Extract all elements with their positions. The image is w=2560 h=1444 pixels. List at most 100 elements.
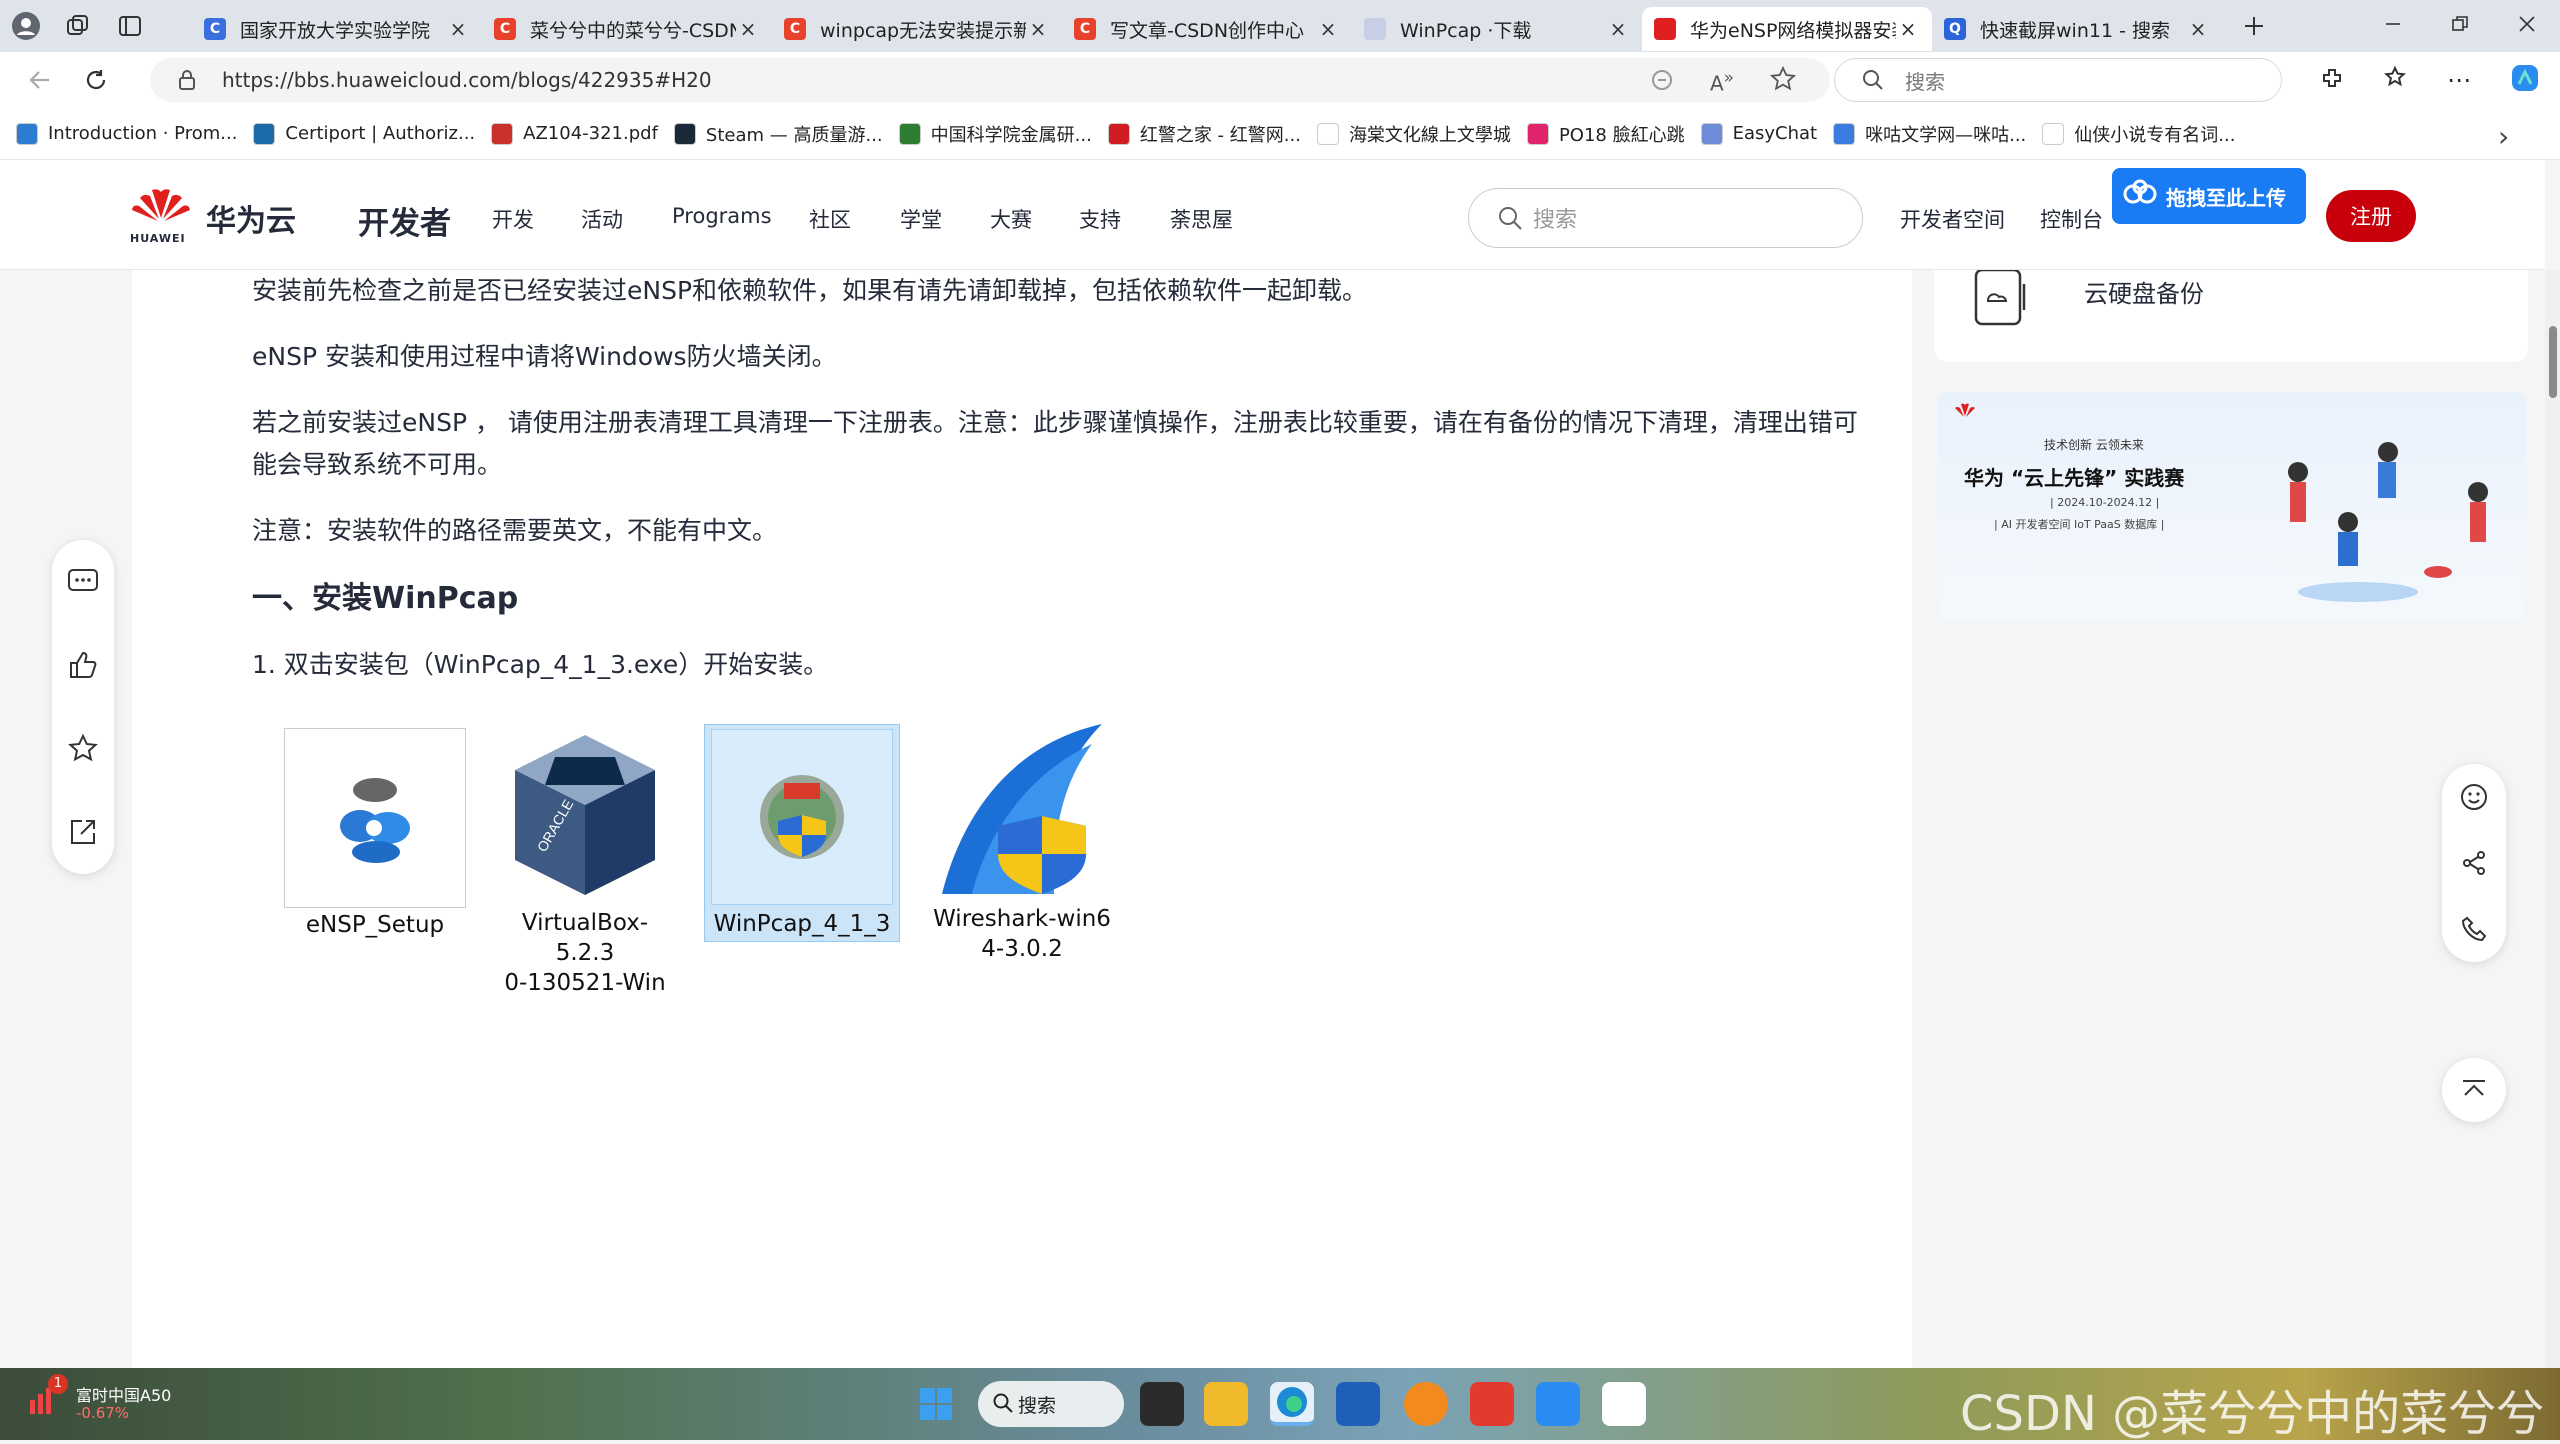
stock-change: -0.67% bbox=[76, 1404, 130, 1422]
taskbar-search-icon bbox=[992, 1392, 1014, 1419]
tab-close-icon[interactable]: × bbox=[1316, 17, 1340, 41]
site-nav-item[interactable]: 支持 bbox=[1079, 204, 1121, 234]
start-icon[interactable] bbox=[914, 1382, 958, 1426]
file-explorer-icon[interactable] bbox=[1204, 1382, 1248, 1426]
scroll-thumb[interactable] bbox=[2549, 326, 2557, 398]
tab-close-icon[interactable]: × bbox=[1026, 17, 1050, 41]
back-icon[interactable] bbox=[12, 52, 68, 108]
bookmark-item[interactable]: Certiport | Authoriz... bbox=[253, 121, 475, 147]
csdn-watermark: CSDN @菜兮兮中的菜兮兮 bbox=[1960, 1386, 2545, 1442]
stock-badge: 1 bbox=[48, 1374, 68, 1394]
browser-tab[interactable]: C winpcap无法安装提示新 × bbox=[772, 7, 1062, 51]
site-nav-item[interactable]: 大赛 bbox=[990, 204, 1032, 234]
tab-close-icon[interactable]: × bbox=[1896, 17, 1920, 41]
file-ensp-setup[interactable]: eNSP_Setup bbox=[284, 728, 466, 940]
file-wireshark[interactable]: Wireshark-win6 4-3.0.2 bbox=[922, 724, 1122, 964]
read-aloud-icon[interactable]: A» bbox=[1710, 68, 1734, 96]
new-tab-icon[interactable] bbox=[2228, 0, 2280, 52]
more-menu-icon[interactable]: ⋯ bbox=[2447, 66, 2471, 94]
promo-banner[interactable]: 技术创新 云领未来 华为 “云上先锋” 实践赛 | 2024.10-2024.1… bbox=[1938, 392, 2526, 618]
favorites-icon[interactable] bbox=[2383, 65, 2409, 95]
tab-close-icon[interactable]: × bbox=[1606, 17, 1630, 41]
workspaces-icon[interactable] bbox=[52, 0, 104, 52]
bookmark-item[interactable]: 仙侠小说专有名词... bbox=[2042, 121, 2235, 147]
banner-huawei-logo bbox=[1952, 402, 1978, 426]
bookmark-item[interactable]: 咪咕文学网—咪咕... bbox=[1833, 121, 2026, 147]
copilot-icon[interactable] bbox=[2509, 62, 2541, 98]
section-title[interactable]: 开发者 bbox=[358, 198, 451, 243]
browser-tab[interactable]: 华为eNSP网络模拟器安装 × bbox=[1642, 7, 1932, 51]
bookmark-item[interactable]: 红警之家 - 红警网... bbox=[1107, 121, 1301, 147]
tab-close-icon[interactable]: × bbox=[2186, 17, 2210, 41]
lock-icon[interactable] bbox=[178, 70, 196, 95]
minimize-icon[interactable] bbox=[2383, 14, 2403, 38]
tab-title: 华为eNSP网络模拟器安装 bbox=[1690, 19, 1896, 42]
feishu-icon[interactable] bbox=[1536, 1382, 1580, 1426]
profile-icon[interactable] bbox=[0, 0, 52, 52]
baidu-netdisk-icon[interactable] bbox=[1602, 1382, 1646, 1426]
like-icon[interactable] bbox=[55, 637, 111, 693]
browser-search-input[interactable]: 搜索 bbox=[1834, 58, 2282, 102]
browser-tab[interactable]: C 写文章-CSDN创作中心 × bbox=[1062, 7, 1352, 51]
favorite-star-icon[interactable] bbox=[1769, 65, 1797, 97]
browser-tab[interactable]: WinPcap ·下载 × bbox=[1352, 7, 1642, 51]
collect-star-icon[interactable] bbox=[55, 721, 111, 777]
brand-name[interactable]: 华为云 bbox=[206, 196, 296, 240]
chevron-right-icon[interactable]: › bbox=[2498, 120, 2509, 153]
app-orange-icon[interactable] bbox=[1404, 1382, 1448, 1426]
dev-space-link[interactable]: 开发者空间 bbox=[1900, 204, 2005, 234]
share-icon[interactable] bbox=[2446, 835, 2502, 891]
close-window-icon[interactable] bbox=[2517, 14, 2537, 38]
register-button[interactable]: 注册 bbox=[2326, 190, 2416, 242]
phone-icon[interactable] bbox=[2446, 901, 2502, 957]
task-view-icon[interactable] bbox=[1140, 1382, 1184, 1426]
site-nav-item[interactable]: 荼思屋 bbox=[1170, 204, 1233, 234]
file-virtualbox[interactable]: ORACLE VirtualBox-5.2.3 0-130521-Win bbox=[494, 722, 676, 998]
share-out-icon[interactable] bbox=[55, 804, 111, 860]
back-to-top-icon[interactable] bbox=[2442, 1058, 2506, 1122]
bookmark-item[interactable]: 海棠文化線上文學城 bbox=[1316, 121, 1511, 147]
bookmark-item[interactable]: Steam — 高质量游... bbox=[673, 121, 883, 147]
tab-close-icon[interactable]: × bbox=[736, 17, 760, 41]
browser-tab[interactable]: C 国家开放大学实验学院 × bbox=[192, 7, 482, 51]
huawei-logo-icon[interactable]: HUAWEI bbox=[130, 186, 192, 245]
paragraph-1: 安装前先检查之前是否已经安装过eNSP和依赖软件，如果有请先请卸载掉，包括依赖软… bbox=[252, 276, 1368, 305]
bookmark-label: 中国科学院金属研... bbox=[930, 124, 1092, 146]
restore-icon[interactable] bbox=[2450, 14, 2470, 38]
console-link[interactable]: 控制台 bbox=[2040, 204, 2103, 234]
stock-widget[interactable]: 1 富时中国A50 -0.67% bbox=[26, 1374, 171, 1422]
bookmark-favicon-icon bbox=[1107, 122, 1130, 145]
bookmark-item[interactable]: PO18 臉紅心跳 bbox=[1526, 121, 1685, 147]
tab-actions-icon[interactable] bbox=[104, 0, 156, 52]
site-nav-item[interactable]: 学堂 bbox=[900, 204, 942, 234]
edge-browser-icon[interactable] bbox=[1270, 1382, 1314, 1426]
extensions-icon[interactable] bbox=[2319, 65, 2345, 95]
bookmark-item[interactable]: EasyChat bbox=[1700, 121, 1817, 147]
comment-icon[interactable] bbox=[55, 554, 111, 610]
site-search-input[interactable]: 搜索 bbox=[1468, 188, 1863, 248]
smiley-icon[interactable] bbox=[2446, 769, 2502, 825]
bookmark-item[interactable]: Introduction · Prom... bbox=[16, 121, 237, 147]
app-available-icon[interactable] bbox=[1650, 68, 1674, 97]
page-scrollbar[interactable] bbox=[2545, 270, 2560, 1368]
cloud-backup-card[interactable]: 云硬盘备份 bbox=[1934, 268, 2528, 362]
taskbar-search-button[interactable]: 搜索 bbox=[978, 1381, 1124, 1427]
browser-tab[interactable]: C 菜兮兮中的菜兮兮-CSDN × bbox=[482, 7, 772, 51]
file-winpcap-selected[interactable]: WinPcap_4_1_3 bbox=[704, 724, 900, 942]
article-action-bar bbox=[52, 540, 114, 874]
bookmark-item[interactable]: AZ104-321.pdf bbox=[491, 121, 658, 147]
store-icon[interactable] bbox=[1336, 1382, 1380, 1426]
refresh-icon[interactable] bbox=[68, 52, 124, 108]
site-nav-item[interactable]: 活动 bbox=[581, 204, 623, 234]
site-nav-item[interactable]: Programs bbox=[672, 204, 772, 228]
wps-icon[interactable] bbox=[1470, 1382, 1514, 1426]
bookmark-label: 红警之家 - 红警网... bbox=[1139, 124, 1301, 146]
site-nav-item[interactable]: 开发 bbox=[492, 204, 534, 234]
baidu-upload-widget[interactable]: 拖拽至此上传 bbox=[2112, 168, 2306, 224]
bookmark-item[interactable]: 中国科学院金属研... bbox=[898, 121, 1092, 147]
browser-tab[interactable]: Q 快速截屏win11 - 搜索 × bbox=[1932, 7, 2222, 51]
site-nav-item[interactable]: 社区 bbox=[809, 204, 851, 234]
url-field[interactable]: https://bbs.huaweicloud.com/blogs/422935… bbox=[150, 58, 1830, 102]
tab-close-icon[interactable]: × bbox=[446, 17, 470, 41]
file-label: WinPcap_4_1_3 bbox=[713, 911, 891, 937]
